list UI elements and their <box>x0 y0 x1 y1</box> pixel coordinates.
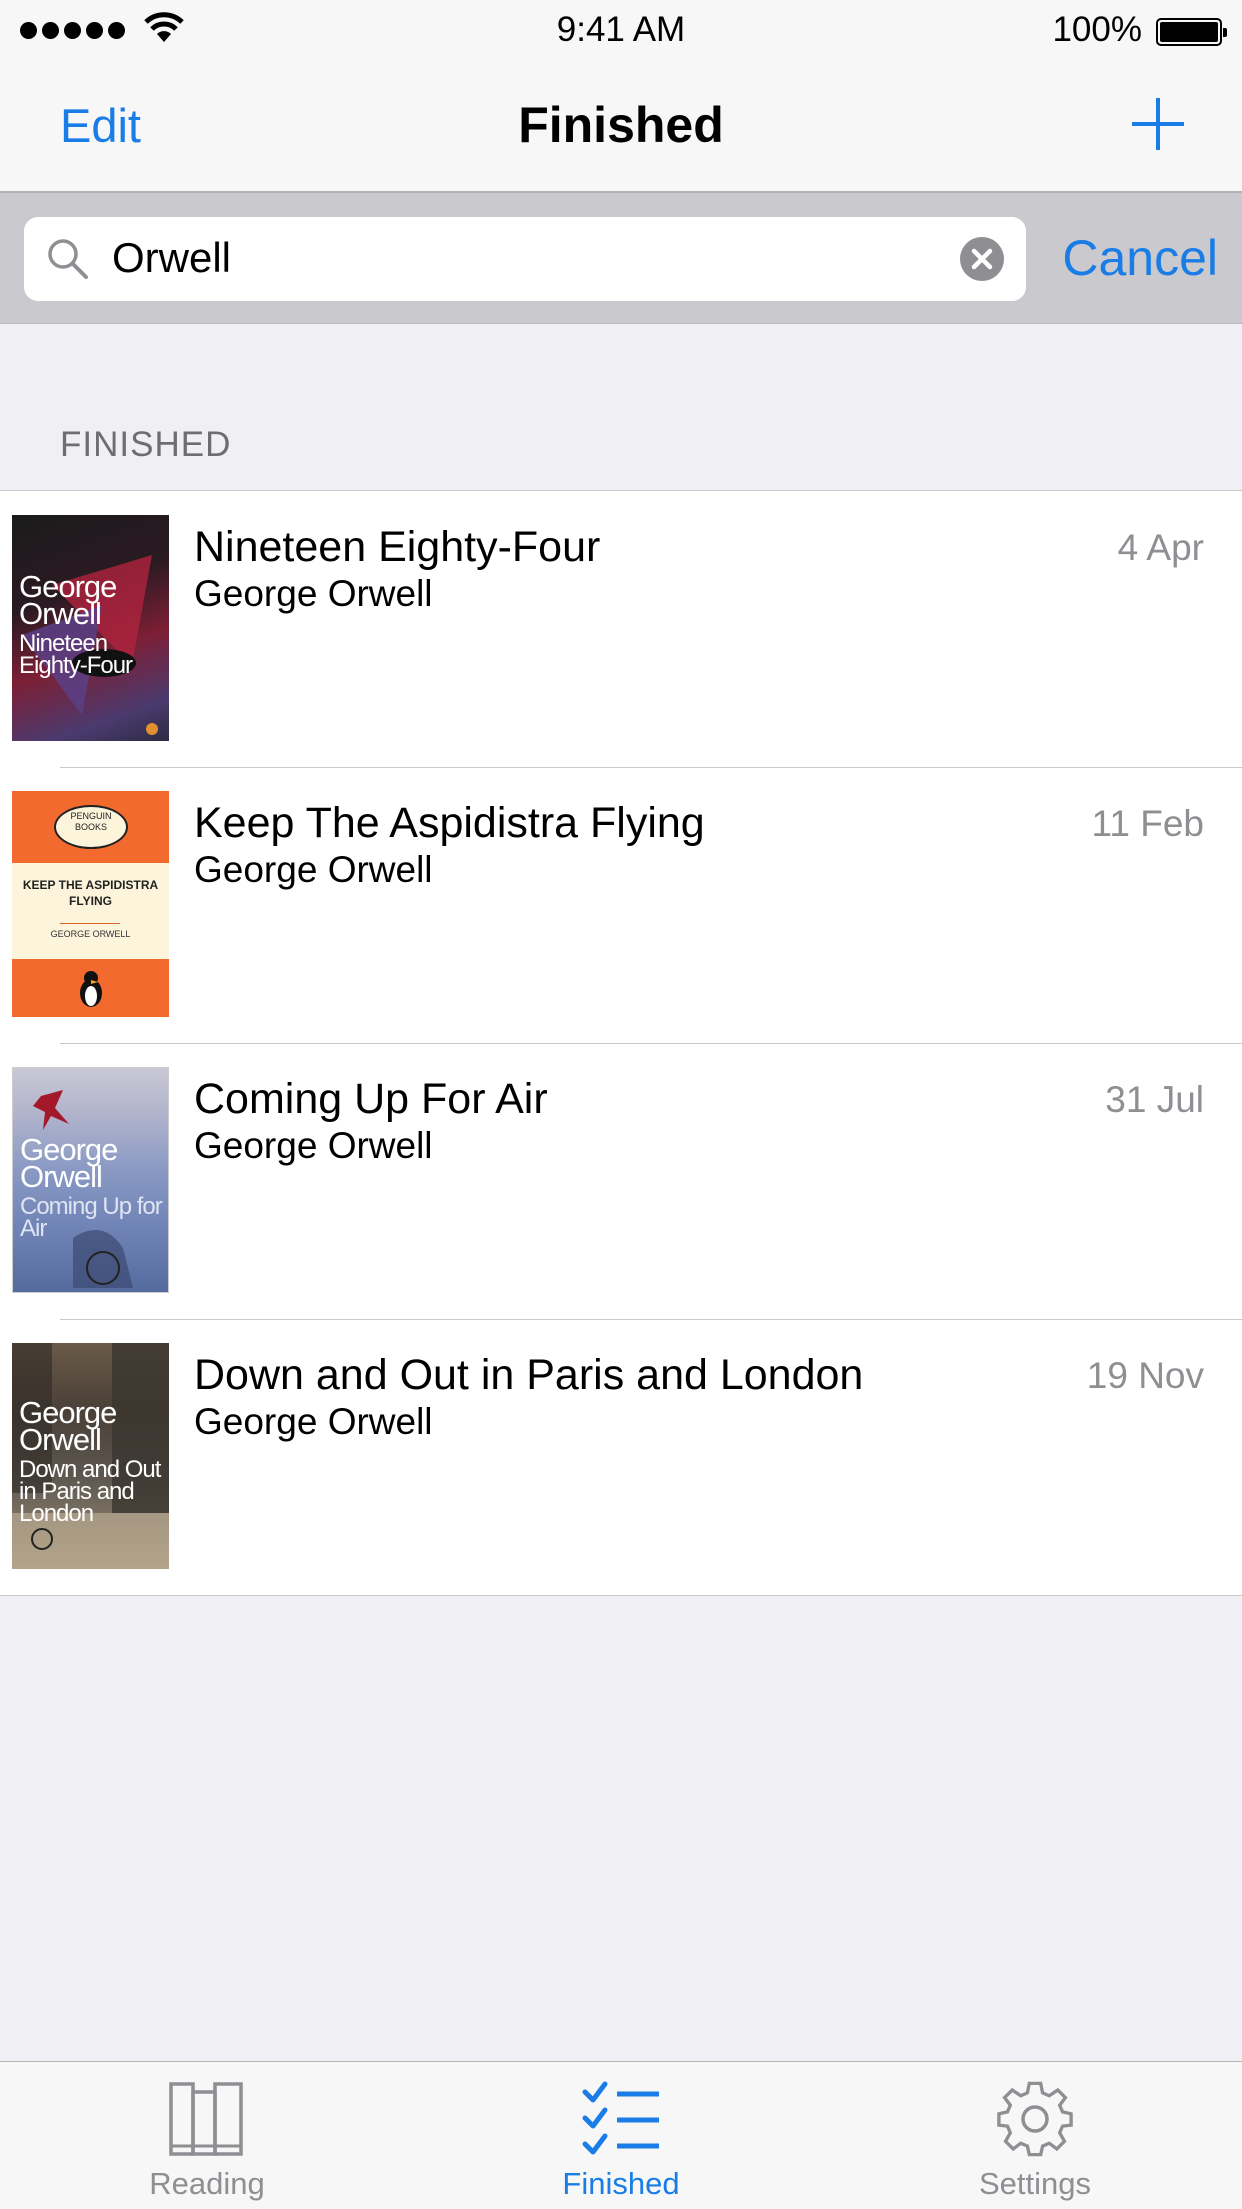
cover-title: Coming Up for Air <box>20 1193 163 1242</box>
book-cover: George Orwell Down and Out in Paris and … <box>12 1343 169 1569</box>
book-title: Nineteen Eighty-Four <box>194 523 601 571</box>
book-row[interactable]: George Orwell Coming Up for Air Coming U… <box>0 1043 1242 1319</box>
finished-date: 31 Jul <box>1105 1079 1204 1120</box>
book-cover: George Orwell Nineteen Eighty-Four <box>12 515 169 741</box>
search-bar: Orwell Cancel <box>0 193 1242 324</box>
finished-date: 11 Feb <box>1091 803 1204 844</box>
clear-search-icon[interactable] <box>960 237 1004 281</box>
cover-title: Nineteen Eighty-Four <box>19 630 133 679</box>
cover-author: GEORGE ORWELL <box>50 929 131 939</box>
cover-author: George Orwell <box>19 1395 117 1457</box>
cancel-button[interactable]: Cancel <box>1062 229 1218 287</box>
cover-author: George Orwell <box>19 569 117 631</box>
book-author: George Orwell <box>194 573 433 614</box>
book-title: Keep The Aspidistra Flying <box>194 799 705 847</box>
gear-icon <box>997 2081 1073 2157</box>
plus-icon[interactable] <box>1130 96 1186 152</box>
checklist-icon <box>582 2081 659 2155</box>
search-icon <box>48 239 88 279</box>
cover-title: KEEP THE ASPIDISTRA FLYING <box>22 878 159 908</box>
book-title: Coming Up For Air <box>194 1075 548 1123</box>
book-list: George Orwell Nineteen Eighty-Four Ninet… <box>0 490 1242 1596</box>
book-author: George Orwell <box>194 849 433 890</box>
cover-author: George Orwell <box>20 1132 118 1194</box>
status-bar: 9:41 AM 100% <box>0 0 1242 60</box>
page-title: Finished <box>518 97 724 153</box>
navigation-bar: Edit Finished <box>0 60 1242 193</box>
cover-title: Down and Out in Paris and London <box>19 1456 161 1527</box>
tab-label: Reading <box>149 2166 265 2201</box>
book-cover: PENGUIN BOOKS KEEP THE ASPIDISTRA FLYING… <box>12 791 169 1017</box>
book-title: Down and Out in Paris and London <box>194 1351 864 1399</box>
book-author: George Orwell <box>194 1125 433 1166</box>
books-icon <box>169 2082 243 2156</box>
finished-date: 19 Nov <box>1086 1355 1204 1396</box>
tab-settings[interactable]: Settings <box>828 2062 1242 2209</box>
tab-label: Finished <box>562 2166 680 2201</box>
penguin-logo-icon <box>80 971 102 1007</box>
book-cover: George Orwell Coming Up for Air <box>12 1067 169 1293</box>
search-query-text: Orwell <box>112 234 232 281</box>
book-row[interactable]: George Orwell Nineteen Eighty-Four Ninet… <box>0 491 1242 767</box>
battery-icon <box>1156 18 1227 46</box>
book-row[interactable]: George Orwell Down and Out in Paris and … <box>0 1319 1242 1595</box>
cover-publisher: PENGUIN BOOKS <box>70 811 112 832</box>
tab-bar: Reading Finished Settings <box>0 2061 1242 2209</box>
book-row[interactable]: PENGUIN BOOKS KEEP THE ASPIDISTRA FLYING… <box>0 767 1242 1043</box>
tab-finished[interactable]: Finished <box>414 2062 828 2209</box>
tab-label: Settings <box>978 2166 1091 2201</box>
book-author: George Orwell <box>194 1401 433 1442</box>
section-header: FINISHED <box>60 425 232 464</box>
search-input[interactable]: Orwell <box>24 217 1026 301</box>
finished-date: 4 Apr <box>1117 527 1204 568</box>
battery-percentage: 100% <box>1052 10 1142 49</box>
tab-reading[interactable]: Reading <box>0 2062 414 2209</box>
